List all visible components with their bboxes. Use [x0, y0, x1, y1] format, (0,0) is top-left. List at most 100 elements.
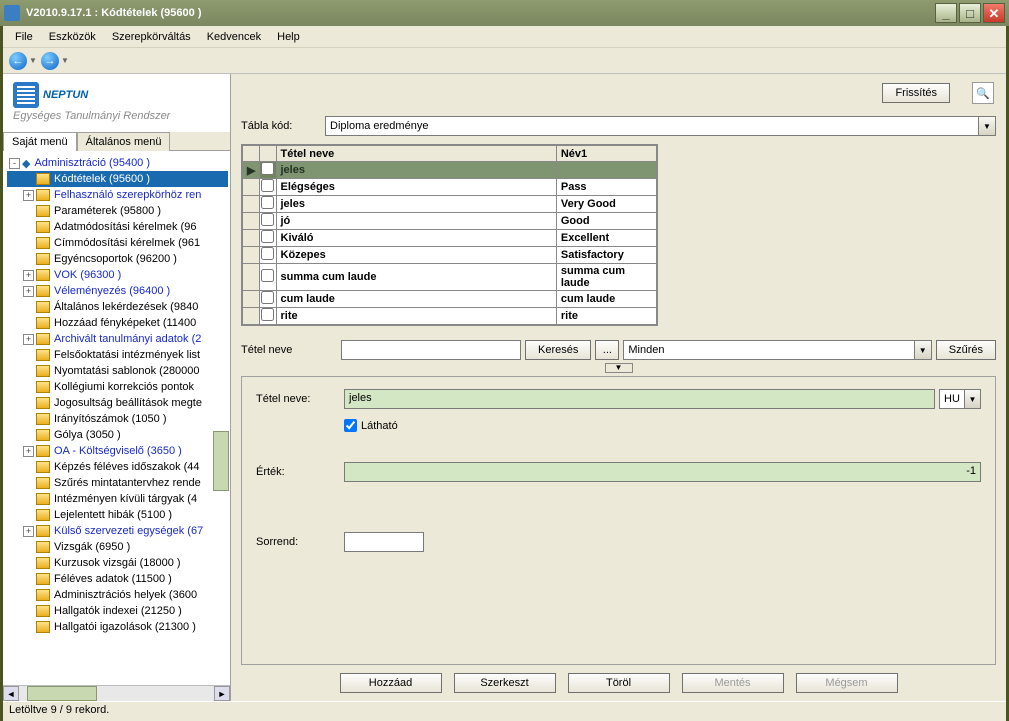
- tree-item[interactable]: Vizsgák (6950 ): [7, 539, 228, 555]
- filter-combo[interactable]: ▼: [623, 340, 931, 360]
- tree-expander[interactable]: +: [23, 286, 34, 297]
- row-header[interactable]: [243, 230, 260, 247]
- tree-item[interactable]: Adminisztrációs helyek (3600: [7, 587, 228, 603]
- menu-favorites[interactable]: Kedvencek: [199, 29, 269, 45]
- cell-name[interactable]: Kiváló: [276, 230, 556, 247]
- cell-name[interactable]: jeles: [276, 196, 556, 213]
- table-row[interactable]: jóGood: [243, 213, 657, 230]
- row-header[interactable]: [243, 196, 260, 213]
- table-row[interactable]: riterite: [243, 308, 657, 325]
- order-input[interactable]: [344, 532, 424, 552]
- refresh-button[interactable]: Frissítés: [882, 83, 950, 103]
- tree-item[interactable]: Jogosultság beállítások megte: [7, 395, 228, 411]
- tree-item[interactable]: Képzés féléves időszakok (44: [7, 459, 228, 475]
- tree-item[interactable]: +Véleményezés (96400 ): [7, 283, 228, 299]
- delete-button[interactable]: Töröl: [568, 673, 670, 693]
- tree-item[interactable]: +Külső szervezeti egységek (67: [7, 523, 228, 539]
- row-checkbox[interactable]: [261, 196, 274, 209]
- row-checkbox[interactable]: [261, 308, 274, 321]
- nav-forward-button[interactable]: →▼: [41, 50, 69, 72]
- cell-name1[interactable]: Excellent: [556, 230, 656, 247]
- row-checkbox[interactable]: [261, 291, 274, 304]
- tree-item[interactable]: Kurzusok vizsgái (18000 ): [7, 555, 228, 571]
- search-button[interactable]: Keresés: [525, 340, 591, 360]
- cell-name1[interactable]: [556, 162, 656, 179]
- code-items-grid[interactable]: Tétel neveNév1▶jelesElégségesPassjelesVe…: [241, 144, 658, 326]
- tree-item[interactable]: Kódtételek (95600 ): [7, 171, 228, 187]
- tree-item[interactable]: +OA - Költségviselő (3650 ): [7, 443, 228, 459]
- tree-item[interactable]: Adatmódosítási kérelmek (96: [7, 219, 228, 235]
- chevron-down-icon[interactable]: ▼: [965, 389, 981, 409]
- row-checkbox[interactable]: [261, 230, 274, 243]
- table-row[interactable]: KiválóExcellent: [243, 230, 657, 247]
- cell-name1[interactable]: Very Good: [556, 196, 656, 213]
- table-row[interactable]: summa cum laudesumma cum laude: [243, 264, 657, 291]
- row-checkbox[interactable]: [261, 179, 274, 192]
- tree-item[interactable]: Szűrés mintatantervhez rende: [7, 475, 228, 491]
- tab-general-menu[interactable]: Általános menü: [77, 132, 171, 151]
- cell-name1[interactable]: Pass: [556, 179, 656, 196]
- browse-button[interactable]: ...: [595, 340, 619, 360]
- language-input[interactable]: [939, 389, 965, 409]
- tree-item[interactable]: +Felhasználó szerepkörhöz ren: [7, 187, 228, 203]
- tree-item[interactable]: Gólya (3050 ): [7, 427, 228, 443]
- tree-item[interactable]: +Archivált tanulmányi adatok (2: [7, 331, 228, 347]
- cell-name[interactable]: Közepes: [276, 247, 556, 264]
- table-row[interactable]: jelesVery Good: [243, 196, 657, 213]
- tree-item[interactable]: Hozzáad fényképeket (11400: [7, 315, 228, 331]
- tree-item[interactable]: Kollégiumi korrekciós pontok: [7, 379, 228, 395]
- filter-input[interactable]: [623, 340, 914, 360]
- tree-item[interactable]: Felsőoktatási intézmények list: [7, 347, 228, 363]
- tree-item[interactable]: Címmódosítási kérelmek (961: [7, 235, 228, 251]
- tree-expander[interactable]: -: [9, 158, 20, 169]
- table-code-input[interactable]: [325, 116, 979, 136]
- menu-file[interactable]: File: [7, 29, 41, 45]
- tree-scrollbar-thumb[interactable]: [213, 431, 229, 491]
- tree-expander[interactable]: +: [23, 526, 34, 537]
- row-header[interactable]: [243, 308, 260, 325]
- tree-item[interactable]: -◆Adminisztráció (95400 ): [7, 155, 228, 171]
- tree-expander[interactable]: +: [23, 334, 34, 345]
- cell-name1[interactable]: cum laude: [556, 291, 656, 308]
- tree-horizontal-scrollbar[interactable]: ◄►: [3, 685, 230, 701]
- tree-item[interactable]: Féléves adatok (11500 ): [7, 571, 228, 587]
- cell-name[interactable]: jeles: [276, 162, 556, 179]
- value-field[interactable]: -1: [344, 462, 981, 482]
- tree-expander[interactable]: +: [23, 270, 34, 281]
- cell-name[interactable]: rite: [276, 308, 556, 325]
- maximize-button[interactable]: □: [959, 3, 981, 23]
- table-row[interactable]: cum laudecum laude: [243, 291, 657, 308]
- table-row[interactable]: ▶jeles: [243, 162, 657, 179]
- visible-checkbox[interactable]: [344, 419, 357, 432]
- filter-button[interactable]: Szűrés: [936, 340, 996, 360]
- table-row[interactable]: ElégségesPass: [243, 179, 657, 196]
- splitter-handle[interactable]: ▼: [237, 362, 1000, 374]
- edit-button[interactable]: Szerkeszt: [454, 673, 556, 693]
- chevron-down-icon[interactable]: ▼: [979, 116, 996, 136]
- add-button[interactable]: Hozzáad: [340, 673, 442, 693]
- row-checkbox[interactable]: [261, 247, 274, 260]
- tree-item[interactable]: Általános lekérdezések (9840: [7, 299, 228, 315]
- cell-name[interactable]: summa cum laude: [276, 264, 556, 291]
- cell-name[interactable]: Elégséges: [276, 179, 556, 196]
- tree-item[interactable]: Nyomtatási sablonok (280000: [7, 363, 228, 379]
- cell-name[interactable]: jó: [276, 213, 556, 230]
- menu-tools[interactable]: Eszközök: [41, 29, 104, 45]
- detail-name-field[interactable]: jeles: [344, 389, 935, 409]
- cell-name1[interactable]: summa cum laude: [556, 264, 656, 291]
- cancel-button[interactable]: Mégsem: [796, 673, 898, 693]
- search-icon[interactable]: 🔍: [972, 82, 994, 104]
- tree-item[interactable]: Intézményen kívüli tárgyak (4: [7, 491, 228, 507]
- cell-name1[interactable]: rite: [556, 308, 656, 325]
- close-button[interactable]: ✕: [983, 3, 1005, 23]
- tree-expander[interactable]: +: [23, 446, 34, 457]
- tab-own-menu[interactable]: Saját menü: [3, 132, 77, 151]
- tree-item[interactable]: Lejelentett hibák (5100 ): [7, 507, 228, 523]
- row-header[interactable]: [243, 247, 260, 264]
- tree-item[interactable]: Paraméterek (95800 ): [7, 203, 228, 219]
- tree-item[interactable]: Irányítószámok (1050 ): [7, 411, 228, 427]
- row-header[interactable]: [243, 213, 260, 230]
- language-selector[interactable]: ▼: [939, 389, 981, 409]
- tree-view[interactable]: -◆Adminisztráció (95400 )Kódtételek (956…: [3, 151, 230, 685]
- tree-item[interactable]: +VOK (96300 ): [7, 267, 228, 283]
